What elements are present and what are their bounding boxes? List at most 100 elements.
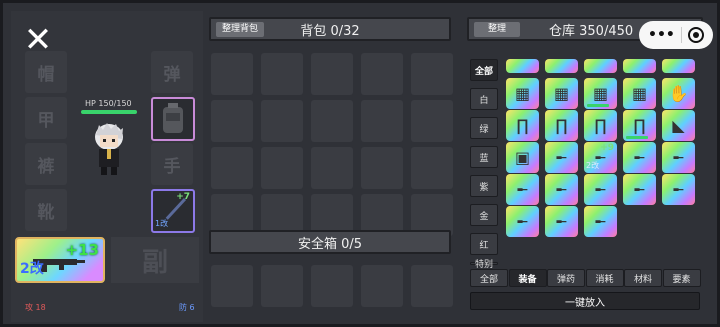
bag-slot[interactable] [261, 147, 303, 189]
safe-box-slot[interactable] [211, 265, 253, 307]
rarity-filter-7[interactable]: 特别 [470, 260, 498, 270]
bag-slot[interactable] [361, 147, 403, 189]
safe-box-title: 安全箱 0/5 [297, 236, 363, 252]
safe-box-slot[interactable] [411, 265, 453, 307]
type-tab-0[interactable]: 全部 [470, 269, 508, 287]
vest-icon: ▦ [514, 84, 531, 103]
rarity-filter-2[interactable]: 绿 [470, 117, 498, 139]
rarity-filter-3[interactable]: 蓝 [470, 146, 498, 168]
bag-slot[interactable] [361, 100, 403, 142]
rifle-icon: ╾ [517, 180, 528, 199]
warehouse-item-partial[interactable] [545, 59, 578, 73]
warehouse-item[interactable]: ▦ [545, 78, 578, 109]
safe-box-slot[interactable] [261, 265, 303, 307]
warehouse-item[interactable]: ✋ [662, 78, 695, 109]
character-sprite [95, 123, 123, 175]
warehouse-item[interactable]: ╾ +9 2改 [584, 142, 617, 173]
hp-text: HP 150/150 [85, 99, 132, 108]
item-mod: 2改 [586, 161, 600, 170]
equipped-backpack[interactable] [151, 97, 195, 141]
warehouse-item[interactable]: ╾ [584, 174, 617, 205]
bag-slot[interactable] [311, 147, 353, 189]
warehouse-item-partial[interactable] [506, 59, 539, 73]
warehouse-item[interactable]: ╾ [623, 142, 656, 173]
slot-hand[interactable]: 手 [151, 143, 193, 185]
type-tab-1[interactable]: 装备 [508, 269, 547, 287]
weapon-plus: +13 [65, 241, 99, 259]
safe-box-header: 安全箱 0/5 [209, 230, 451, 254]
bag-slot[interactable] [211, 147, 253, 189]
bag-slot[interactable] [361, 53, 403, 95]
durability-bar [587, 104, 609, 107]
warehouse-item[interactable]: ∏ [506, 110, 539, 141]
safe-box-slot[interactable] [361, 265, 403, 307]
warehouse-item-partial[interactable] [584, 59, 617, 73]
equipped-primary-weapon[interactable]: +13 2改 [15, 237, 105, 283]
bag-title: 背包 0/32 [300, 23, 360, 39]
warehouse-item[interactable]: ╾ [545, 142, 578, 173]
pants-icon: ∏ [516, 116, 529, 135]
rarity-filter-4[interactable]: 紫 [470, 175, 498, 197]
warehouse-item-partial[interactable] [662, 59, 695, 73]
warehouse-item[interactable]: ╾ [545, 174, 578, 205]
bag-slot[interactable] [261, 100, 303, 142]
vest-icon: ▦ [631, 84, 648, 103]
slot-pants[interactable]: 裤 [25, 143, 67, 185]
hp-bar [81, 110, 137, 114]
target-icon[interactable] [687, 27, 704, 43]
slot-ammo[interactable]: 弹 [151, 51, 193, 93]
warehouse-item[interactable]: ╾ [506, 174, 539, 205]
warehouse-item[interactable]: ╾ [545, 206, 578, 237]
warehouse-item[interactable]: ╾ [662, 174, 695, 205]
weapon-mod: 2改 [20, 261, 44, 277]
game-window: ✕ 帽 甲 裤 靴 弹 手 HP 150/150 +7 1改 +13 2改 副 … [0, 0, 720, 327]
bag-slot[interactable] [211, 53, 253, 95]
rifle-icon: ╾ [673, 180, 684, 199]
backpack-icon: ▣ [514, 148, 531, 167]
sort-warehouse-button[interactable]: 整理 [474, 22, 521, 37]
more-icon[interactable]: ••• [648, 27, 675, 43]
slot-secondary-label: 副 [141, 247, 168, 278]
pants-icon: ∏ [594, 116, 607, 135]
warehouse-item[interactable]: ╾ [506, 206, 539, 237]
safe-box-slot[interactable] [311, 265, 353, 307]
warehouse-item[interactable]: ▣ [506, 142, 539, 173]
rifle-icon: ╾ [556, 148, 567, 167]
bag-slot[interactable] [261, 53, 303, 95]
slot-boots[interactable]: 靴 [25, 189, 67, 231]
warehouse-item[interactable]: ∏ [584, 110, 617, 141]
put-all-button[interactable]: 一键放入 [470, 292, 700, 310]
bag-slot[interactable] [411, 100, 453, 142]
rarity-filter-5[interactable]: 金 [470, 204, 498, 226]
warehouse-item[interactable]: ◣ [662, 110, 695, 141]
bag-slot[interactable] [311, 100, 353, 142]
warehouse-item[interactable]: ╾ [584, 206, 617, 237]
warehouse-item[interactable]: ∏ [623, 110, 656, 141]
bag-slot[interactable] [411, 53, 453, 95]
warehouse-item[interactable]: ∏ [545, 110, 578, 141]
rarity-filter-6[interactable]: 红 [470, 233, 498, 255]
slot-armor[interactable]: 甲 [25, 97, 67, 139]
slot-hat[interactable]: 帽 [25, 51, 67, 93]
equipped-melee[interactable]: +7 1改 [151, 189, 195, 233]
rarity-filter-0[interactable]: 全部 [470, 59, 498, 81]
type-tab-3[interactable]: 消耗 [585, 269, 624, 287]
rifle-icon: ╾ [634, 180, 645, 199]
warehouse-item[interactable]: ▦ [623, 78, 656, 109]
bag-slot[interactable] [211, 100, 253, 142]
rarity-filter-1[interactable]: 白 [470, 88, 498, 110]
melee-mod: 1改 [155, 219, 169, 228]
warehouse-item[interactable]: ▦ [584, 78, 617, 109]
type-tab-2[interactable]: 弹药 [547, 269, 585, 287]
bag-slot[interactable] [411, 147, 453, 189]
warehouse-item[interactable]: ▦ [506, 78, 539, 109]
slot-secondary[interactable]: 副 [111, 237, 199, 283]
bag-slot[interactable] [311, 53, 353, 95]
warehouse-item-partial[interactable] [623, 59, 656, 73]
warehouse-item[interactable]: ╾ [623, 174, 656, 205]
type-tab-5[interactable]: 要素 [662, 269, 701, 287]
type-tab-4[interactable]: 材料 [624, 269, 662, 287]
slot-ammo-label: 弹 [163, 64, 181, 85]
sort-bag-button[interactable]: 整理背包 [216, 22, 265, 37]
warehouse-item[interactable]: ╾ [662, 142, 695, 173]
